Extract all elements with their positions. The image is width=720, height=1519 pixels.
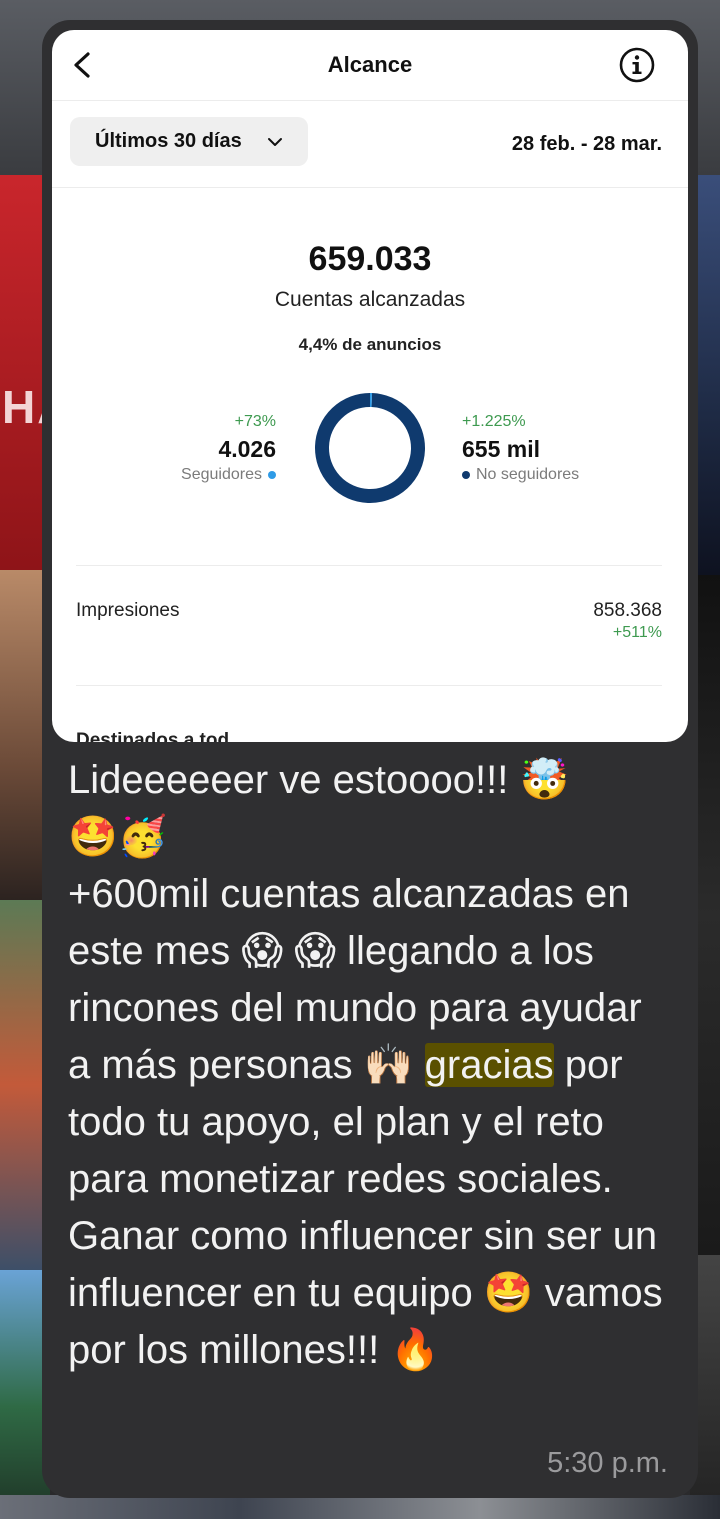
divider <box>76 565 662 566</box>
divider <box>76 685 662 686</box>
non-followers-legend: No seguidores <box>462 466 579 484</box>
raising-hands-emoji-icon: 🙌🏻 <box>363 1042 414 1088</box>
non-followers-value: 655 mil <box>462 436 540 462</box>
info-icon[interactable] <box>618 46 656 84</box>
followers-dot-icon <box>268 471 276 479</box>
page-title: Alcance <box>327 52 413 77</box>
attached-screenshot[interactable]: Alcance Últimos 30 días 28 feb. - 28 mar… <box>52 30 688 742</box>
message-text: Lideeeeeer ve estoooo!!! 🤯 🤩🥳 +600mil cuen… <box>68 752 668 1379</box>
reach-donut-chart <box>315 393 425 503</box>
period-label: Últimos 30 días <box>95 130 242 152</box>
impressions-label: Impresiones <box>76 600 180 621</box>
highlighted-word[interactable]: gracias <box>424 1043 554 1087</box>
followers-legend: Seguidores <box>181 466 276 484</box>
star-struck-emoji-icon: 🤩 <box>483 1270 534 1316</box>
fire-emoji-icon: 🔥 <box>390 1327 441 1373</box>
background-photo-bottom <box>0 1495 720 1519</box>
message-timestamp: 5:30 p.m. <box>547 1447 668 1479</box>
exploding-head-emoji-icon: 🤯 <box>519 757 570 803</box>
partying-face-emoji-icon: 🥳 <box>117 814 168 860</box>
screaming-face-emoji-icon: 😱 <box>294 928 336 974</box>
message-line-1: Lideeeeeer ve estoooo!!! <box>68 758 520 802</box>
accounts-reached-label: Cuentas alcanzadas <box>274 288 466 311</box>
accounts-reached-value: 659.033 <box>308 240 432 278</box>
ads-share-label: 4,4% de anuncios <box>298 335 442 354</box>
non-followers-dot-icon <box>462 471 470 479</box>
header-bar: Alcance <box>52 30 688 101</box>
non-followers-change: +1.225% <box>462 413 526 430</box>
star-struck-emoji-icon: 🤩 <box>68 814 118 860</box>
cut-off-section-title: Destinados a tod... <box>76 730 245 742</box>
followers-label: Seguidores <box>181 466 262 483</box>
impressions-change: +511% <box>612 624 662 641</box>
followers-value: 4.026 <box>218 436 276 462</box>
divider <box>52 187 688 188</box>
non-followers-label: No seguidores <box>476 466 580 483</box>
chevron-down-icon <box>268 138 282 146</box>
impressions-value: 858.368 <box>593 600 662 621</box>
date-range: 28 feb. - 28 mar. <box>511 133 662 155</box>
screaming-face-emoji-icon: 😱 <box>241 928 284 974</box>
non-followers-arc <box>315 393 425 503</box>
followers-change: +73% <box>234 413 276 430</box>
period-dropdown[interactable]: Últimos 30 días <box>70 117 308 166</box>
